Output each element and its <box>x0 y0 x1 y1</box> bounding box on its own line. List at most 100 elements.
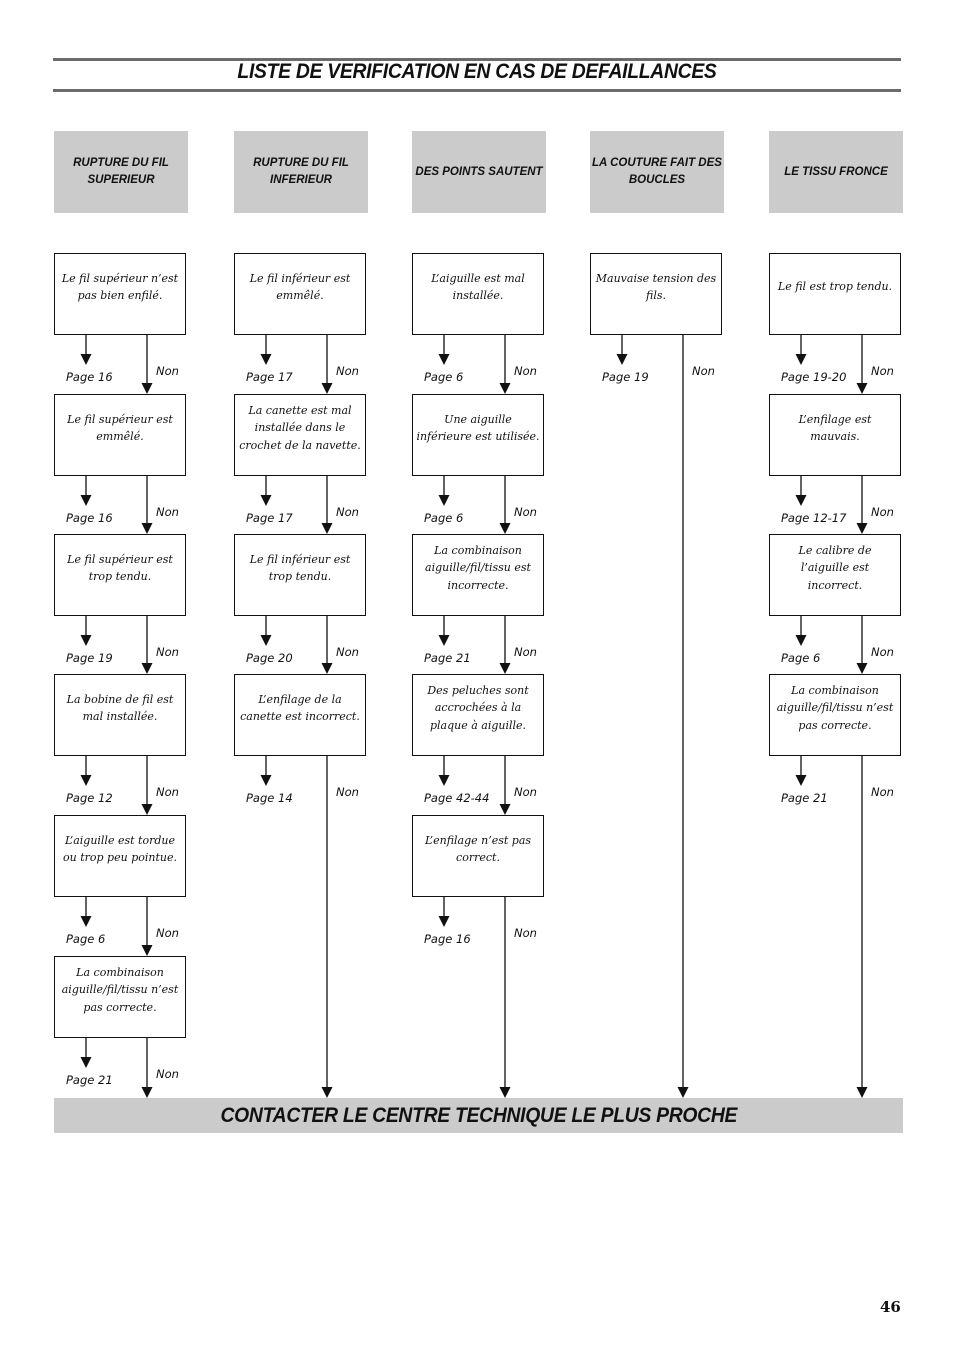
no-label: Non <box>156 364 179 378</box>
page-reference: Page 19 <box>66 651 113 665</box>
column-header: RUPTURE DU FIL INFERIEUR <box>234 131 368 213</box>
check-step-text: La bobine de fil est mal installée. <box>66 692 174 724</box>
no-label: Non <box>336 645 359 659</box>
check-step-box: L’enfilage n’est pas correct. <box>412 815 544 897</box>
column-header-label: RUPTURE DU FIL INFERIEUR <box>253 157 349 186</box>
no-label: Non <box>514 364 537 378</box>
page-arrow-head <box>616 354 628 365</box>
check-step-text: Des peluches sont accrochées à la plaque… <box>427 683 529 732</box>
no-arrow-head <box>677 1087 689 1098</box>
column-header: LA COUTURE FAIT DES BOUCLES <box>590 131 724 213</box>
no-arrow-head <box>141 663 153 674</box>
page-arrow-head <box>80 775 92 786</box>
check-step-text: Mauvaise tension des fils. <box>595 271 717 303</box>
column-header-label: DES POINTS SAUTENT <box>415 165 543 178</box>
no-arrow-head <box>499 1087 511 1098</box>
check-step-box: L’enfilage est mauvais. <box>769 394 901 476</box>
page-arrow-head <box>80 354 92 365</box>
column-header-label: LA COUTURE FAIT DES BOUCLES <box>592 157 722 186</box>
page-reference: Page 19-20 <box>781 370 847 384</box>
page-arrow-head <box>80 1057 92 1068</box>
page-reference: Page 17 <box>246 511 293 525</box>
page-reference: Page 12 <box>66 791 113 805</box>
check-step-text: L’enfilage n’est pas correct. <box>424 833 532 865</box>
check-step-text: L’aiguille est tordue ou trop peu pointu… <box>63 833 177 865</box>
no-label: Non <box>156 1067 179 1081</box>
page-arrow-head <box>795 635 807 646</box>
page-arrow-head <box>80 495 92 506</box>
no-label: Non <box>871 645 894 659</box>
page-arrow-head <box>438 916 450 927</box>
page-arrow-head <box>438 775 450 786</box>
no-arrow-head <box>141 1087 153 1098</box>
no-arrow-head <box>856 663 868 674</box>
page-reference: Page 21 <box>781 791 828 805</box>
no-label: Non <box>871 505 894 519</box>
footer-label: CONTACTER LE CENTRE TECHNIQUE LE PLUS PR… <box>220 1103 737 1127</box>
check-step-text: Le fil inférieur est emmêlé. <box>249 271 351 303</box>
page-arrow-head <box>260 775 272 786</box>
check-step-box: Une aiguille inférieure est utilisée. <box>412 394 544 476</box>
page-number: 46 <box>880 1298 901 1316</box>
no-arrow-head <box>499 663 511 674</box>
no-label: Non <box>692 364 715 378</box>
check-step-box: L’enfilage de la canette est incorrect. <box>234 674 366 756</box>
page-arrow-head <box>260 495 272 506</box>
page-arrow-head <box>438 354 450 365</box>
check-step-text: La combinaison aiguille/fil/tissu n’est … <box>61 965 179 1014</box>
no-arrow-head <box>141 523 153 534</box>
page-reference: Page 12-17 <box>781 511 847 525</box>
check-step-box: La combinaison aiguille/fil/tissu n’est … <box>769 674 901 756</box>
no-arrow-head <box>321 663 333 674</box>
page-reference: Page 14 <box>246 791 293 805</box>
page-arrow-head <box>438 495 450 506</box>
check-step-box: La combinaison aiguille/fil/tissu n’est … <box>54 956 186 1038</box>
page-reference: Page 21 <box>66 1073 113 1087</box>
page-reference: Page 16 <box>66 370 113 384</box>
check-step-box: Mauvaise tension des fils. <box>590 253 722 335</box>
no-arrow-head <box>321 383 333 394</box>
no-arrow-head <box>321 1087 333 1098</box>
no-label: Non <box>514 785 537 799</box>
no-arrow-head <box>856 1087 868 1098</box>
page-arrow-head <box>80 635 92 646</box>
page-reference: Page 16 <box>424 932 471 946</box>
page-reference: Page 6 <box>424 370 464 384</box>
page-reference: Page 20 <box>246 651 293 665</box>
page-arrow-head <box>260 354 272 365</box>
check-step-box: La bobine de fil est mal installée. <box>54 674 186 756</box>
page-reference: Page 42-44 <box>424 791 490 805</box>
check-step-text: Une aiguille inférieure est utilisée. <box>416 412 540 444</box>
check-step-text: La combinaison aiguille/fil/tissu n’est … <box>776 683 894 732</box>
page-arrow-head <box>795 775 807 786</box>
column-header-label: RUPTURE DU FIL SUPERIEUR <box>73 157 169 186</box>
page-reference: Page 21 <box>424 651 471 665</box>
no-arrow-head <box>499 523 511 534</box>
no-arrow-head <box>499 804 511 815</box>
no-arrow-head <box>141 383 153 394</box>
column-header: RUPTURE DU FIL SUPERIEUR <box>54 131 188 213</box>
check-step-box: Le fil supérieur est trop tendu. <box>54 534 186 616</box>
column-header: LE TISSU FRONCE <box>769 131 903 213</box>
page-reference: Page 6 <box>66 932 106 946</box>
no-label: Non <box>336 364 359 378</box>
no-label: Non <box>514 926 537 940</box>
check-step-box: Le fil inférieur est emmêlé. <box>234 253 366 335</box>
page-reference: Page 17 <box>246 370 293 384</box>
check-step-text: L’enfilage de la canette est incorrect. <box>240 692 360 724</box>
page-arrow-head <box>260 635 272 646</box>
no-arrow-head <box>856 523 868 534</box>
no-label: Non <box>336 505 359 519</box>
no-label: Non <box>156 785 179 799</box>
check-step-box: La canette est mal installée dans le cro… <box>234 394 366 476</box>
check-step-text: La combinaison aiguille/fil/tissu est in… <box>425 543 531 592</box>
check-step-text: Le fil supérieur n’est pas bien enfilé. <box>61 271 179 303</box>
page-arrow-head <box>438 635 450 646</box>
no-label: Non <box>156 505 179 519</box>
no-label: Non <box>514 505 537 519</box>
check-step-box: Le fil inférieur est trop tendu. <box>234 534 366 616</box>
no-arrow-head <box>321 523 333 534</box>
check-step-box: Le fil supérieur n’est pas bien enfilé. <box>54 253 186 335</box>
no-arrow-head <box>141 804 153 815</box>
page-reference: Page 6 <box>781 651 821 665</box>
